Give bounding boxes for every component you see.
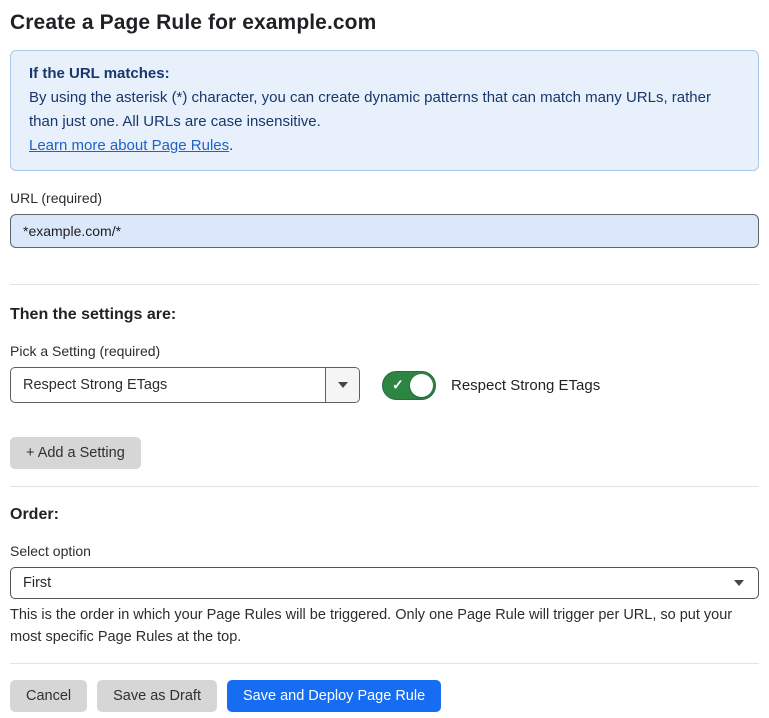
learn-more-link[interactable]: Learn more about Page Rules [29,137,229,154]
footer-actions: Cancel Save as Draft Save and Deploy Pag… [10,680,759,712]
setting-select-value: Respect Strong ETags [11,368,325,402]
info-box-heading: If the URL matches: [29,62,740,86]
footer-divider [10,663,759,664]
chevron-down-icon [734,580,744,586]
url-match-info-box: If the URL matches: By using the asteris… [10,50,759,171]
order-section-heading: Order: [10,487,759,524]
link-period: . [229,137,233,154]
create-page-rule-panel: Create a Page Rule for example.com If th… [0,0,769,712]
save-as-draft-button[interactable]: Save as Draft [97,680,217,712]
save-and-deploy-button[interactable]: Save and Deploy Page Rule [227,680,441,712]
check-icon: ✓ [392,378,404,392]
pick-setting-label: Pick a Setting (required) [10,343,759,359]
order-select-label: Select option [10,543,759,559]
setting-row: Respect Strong ETags ✓ Respect Strong ET… [10,367,759,403]
toggle-knob [410,374,433,397]
add-setting-button[interactable]: + Add a Setting [10,437,141,469]
url-input[interactable] [10,214,759,248]
chevron-down-icon [338,382,348,388]
order-help-text: This is the order in which your Page Rul… [10,604,759,648]
toggle-label: Respect Strong ETags [451,377,600,394]
setting-select-arrow-button[interactable] [325,368,359,402]
url-field-label: URL (required) [10,190,759,206]
info-box-body: By using the asterisk (*) character, you… [29,86,740,134]
info-box-link-line: Learn more about Page Rules. [29,134,740,158]
setting-select[interactable]: Respect Strong ETags [10,367,360,403]
page-title: Create a Page Rule for example.com [10,0,759,35]
order-select[interactable]: First [10,567,759,599]
cancel-button[interactable]: Cancel [10,680,87,712]
order-select-value: First [23,575,734,591]
settings-section-heading: Then the settings are: [10,285,759,324]
setting-toggle[interactable]: ✓ [382,371,436,400]
